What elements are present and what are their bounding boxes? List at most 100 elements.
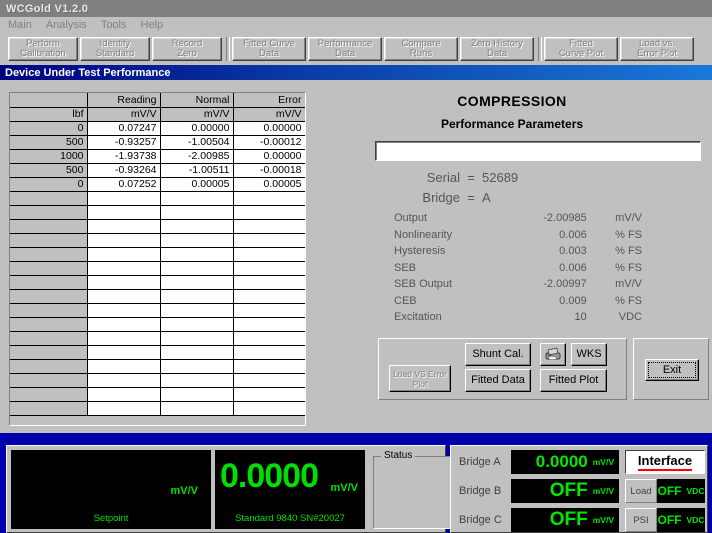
- fitted-data-button[interactable]: Fitted Data: [465, 369, 531, 392]
- table-row-empty[interactable]: [10, 345, 305, 359]
- table-row-empty[interactable]: [10, 275, 305, 289]
- cell-empty[interactable]: [233, 261, 305, 275]
- exit-button[interactable]: Exit: [645, 359, 699, 381]
- cell-empty[interactable]: [233, 247, 305, 261]
- table-row-empty[interactable]: [10, 219, 305, 233]
- cell-empty-rowhdr[interactable]: [10, 387, 87, 401]
- cell-r4-c3[interactable]: 0.00005: [233, 177, 305, 191]
- cell-empty[interactable]: [233, 205, 305, 219]
- load-vs-error-plot-button[interactable]: Load VS Error Plot: [389, 365, 451, 392]
- toolbar-button-fitted-curve-data[interactable]: Fitted Curve Data: [232, 37, 306, 61]
- cell-r3-c2[interactable]: -1.00511: [160, 163, 233, 177]
- table-row-empty[interactable]: [10, 387, 305, 401]
- cell-empty[interactable]: [233, 275, 305, 289]
- toolbar-button-identify-standard[interactable]: Identify Standard: [80, 37, 150, 61]
- interface-title-box[interactable]: Interface: [625, 450, 705, 474]
- cell-r4-c1[interactable]: 0.07252: [87, 177, 160, 191]
- cell-empty-rowhdr[interactable]: [10, 401, 87, 415]
- print-button[interactable]: [540, 343, 566, 366]
- table-row-empty[interactable]: [10, 317, 305, 331]
- cell-empty[interactable]: [160, 345, 233, 359]
- cell-empty[interactable]: [87, 289, 160, 303]
- cell-r3-c1[interactable]: -0.93264: [87, 163, 160, 177]
- table-row-empty[interactable]: [10, 331, 305, 345]
- cell-empty[interactable]: [233, 401, 305, 415]
- cell-empty[interactable]: [87, 261, 160, 275]
- cell-empty[interactable]: [160, 205, 233, 219]
- table-row-empty[interactable]: [10, 303, 305, 317]
- cell-empty-rowhdr[interactable]: [10, 261, 87, 275]
- table-row-empty[interactable]: [10, 205, 305, 219]
- fitted-plot-button[interactable]: Fitted Plot: [540, 369, 607, 392]
- load-tag[interactable]: Load: [625, 479, 657, 503]
- cell-empty[interactable]: [160, 359, 233, 373]
- table-row-empty[interactable]: [10, 191, 305, 205]
- cell-empty-rowhdr[interactable]: [10, 303, 87, 317]
- menu-item-analysis[interactable]: Analysis: [46, 19, 87, 31]
- cell-empty[interactable]: [87, 401, 160, 415]
- table-row-empty[interactable]: [10, 401, 305, 415]
- cell-empty[interactable]: [233, 317, 305, 331]
- table-row-empty[interactable]: [10, 289, 305, 303]
- cell-empty-rowhdr[interactable]: [10, 331, 87, 345]
- cell-empty-rowhdr[interactable]: [10, 219, 87, 233]
- cell-r0-c2[interactable]: 0.00000: [160, 121, 233, 135]
- menu-item-main[interactable]: Main: [8, 19, 32, 31]
- cell-empty[interactable]: [233, 387, 305, 401]
- cell-empty-rowhdr[interactable]: [10, 247, 87, 261]
- toolbar-button-perform-calibration[interactable]: Perform Calibration: [8, 37, 78, 61]
- cell-empty[interactable]: [87, 331, 160, 345]
- cell-empty[interactable]: [233, 219, 305, 233]
- cell-empty[interactable]: [233, 331, 305, 345]
- cell-empty[interactable]: [233, 373, 305, 387]
- cell-r2-c0[interactable]: 1000: [10, 149, 87, 163]
- cell-empty-rowhdr[interactable]: [10, 345, 87, 359]
- cell-empty-rowhdr[interactable]: [10, 359, 87, 373]
- cell-r3-c3[interactable]: -0.00018: [233, 163, 305, 177]
- cell-empty[interactable]: [87, 317, 160, 331]
- table-row[interactable]: 00.072470.000000.00000: [10, 121, 305, 135]
- cell-empty[interactable]: [233, 359, 305, 373]
- cell-empty-rowhdr[interactable]: [10, 191, 87, 205]
- table-row-empty[interactable]: [10, 359, 305, 373]
- cell-empty[interactable]: [160, 387, 233, 401]
- cell-empty[interactable]: [87, 233, 160, 247]
- cell-empty[interactable]: [233, 303, 305, 317]
- table-row[interactable]: 00.072520.000050.00005: [10, 177, 305, 191]
- cell-empty[interactable]: [160, 317, 233, 331]
- cell-empty[interactable]: [160, 191, 233, 205]
- table-row[interactable]: 500-0.93257-1.00504-0.00012: [10, 135, 305, 149]
- cell-r2-c1[interactable]: -1.93738: [87, 149, 160, 163]
- cell-r2-c2[interactable]: -2.00985: [160, 149, 233, 163]
- cell-empty[interactable]: [87, 373, 160, 387]
- toolbar-button-zero-history-data[interactable]: Zero History Data: [460, 37, 534, 61]
- table-row-empty[interactable]: [10, 247, 305, 261]
- performance-data-grid[interactable]: ReadingNormalErrorlbfmV/VmV/VmV/V00.0724…: [9, 92, 306, 426]
- cell-empty-rowhdr[interactable]: [10, 233, 87, 247]
- shunt-cal-button[interactable]: Shunt Cal.: [465, 343, 531, 366]
- cell-r1-c1[interactable]: -0.93257: [87, 135, 160, 149]
- cell-empty[interactable]: [233, 191, 305, 205]
- toolbar-button-fitted-curve-plot[interactable]: Fitted Curve Plot: [544, 37, 618, 61]
- cell-empty[interactable]: [160, 247, 233, 261]
- cell-empty[interactable]: [160, 289, 233, 303]
- device-name-field[interactable]: [375, 141, 701, 161]
- cell-r0-c1[interactable]: 0.07247: [87, 121, 160, 135]
- cell-r4-c0[interactable]: 0: [10, 177, 87, 191]
- menu-item-help[interactable]: Help: [141, 19, 164, 31]
- cell-empty[interactable]: [87, 303, 160, 317]
- cell-r2-c3[interactable]: 0.00000: [233, 149, 305, 163]
- cell-empty[interactable]: [87, 219, 160, 233]
- cell-empty[interactable]: [160, 261, 233, 275]
- cell-empty[interactable]: [160, 233, 233, 247]
- cell-empty[interactable]: [160, 373, 233, 387]
- cell-empty-rowhdr[interactable]: [10, 275, 87, 289]
- cell-empty[interactable]: [160, 275, 233, 289]
- cell-empty[interactable]: [87, 205, 160, 219]
- cell-empty[interactable]: [87, 387, 160, 401]
- cell-empty[interactable]: [87, 359, 160, 373]
- cell-r1-c2[interactable]: -1.00504: [160, 135, 233, 149]
- cell-empty[interactable]: [233, 289, 305, 303]
- cell-r0-c0[interactable]: 0: [10, 121, 87, 135]
- cell-r0-c3[interactable]: 0.00000: [233, 121, 305, 135]
